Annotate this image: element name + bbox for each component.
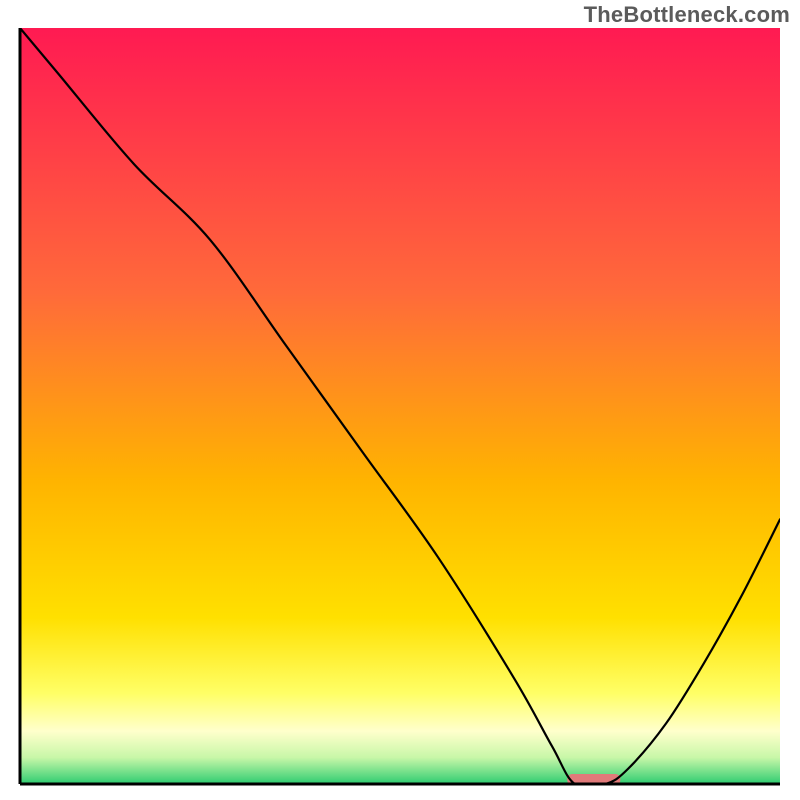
chart-container: TheBottleneck.com — [0, 0, 800, 800]
watermark-text: TheBottleneck.com — [584, 2, 790, 28]
chart-svg — [0, 0, 800, 800]
gradient-background — [20, 28, 780, 784]
